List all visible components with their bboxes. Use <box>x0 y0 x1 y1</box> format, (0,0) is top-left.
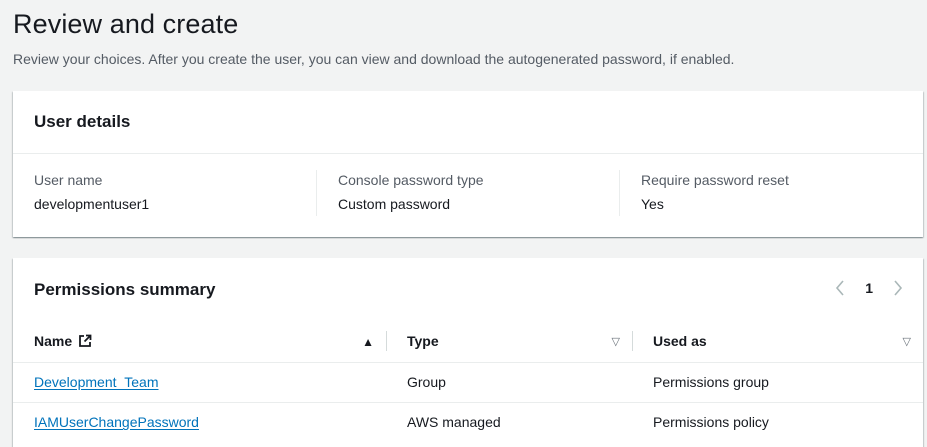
column-header-label: Type <box>407 333 439 350</box>
user-details-header: User details <box>13 91 923 154</box>
cell-type: Group <box>386 362 632 403</box>
next-page-icon[interactable] <box>891 278 905 298</box>
detail-value: developmentuser1 <box>34 196 150 212</box>
review-create-page: Review and create Review your choices. A… <box>0 0 927 447</box>
sort-unsorted-icon[interactable]: ▽ <box>903 335 911 348</box>
permissions-summary-header: Permissions summary 1 <box>13 258 923 321</box>
column-header-label: Name <box>34 333 73 350</box>
permissions-summary-card: Permissions summary 1 Name ▲ Type ▽ Used… <box>13 258 923 447</box>
sort-unsorted-icon[interactable]: ▽ <box>612 335 620 348</box>
cell-type: AWS managed <box>407 414 501 431</box>
detail-value: Yes <box>641 196 664 212</box>
permission-link[interactable]: Development_Team <box>34 374 159 390</box>
sort-ascending-icon[interactable]: ▲ <box>362 335 374 349</box>
external-link-icon[interactable] <box>78 334 92 348</box>
cell-used-as: Permissions group <box>632 362 923 403</box>
column-header-used-as[interactable]: Used as ▽ <box>632 321 923 363</box>
table-row: IAMUserChangePassword AWS managed Permis… <box>13 402 923 442</box>
permissions-summary-title: Permissions summary <box>34 279 216 299</box>
column-header-type[interactable]: Type ▽ <box>386 321 632 363</box>
cell-name: IAMUserChangePassword <box>13 402 386 442</box>
user-details-card: User details User name developmentuser1 … <box>13 91 923 237</box>
detail-console-password-type: Console password type Custom password <box>316 170 619 216</box>
page-description: Review your choices. After you create th… <box>13 51 735 67</box>
current-page-number[interactable]: 1 <box>865 280 873 296</box>
detail-label: User name <box>34 172 103 188</box>
page-title: Review and create <box>13 9 239 39</box>
column-header-label: Used as <box>653 333 707 350</box>
permission-link[interactable]: IAMUserChangePassword <box>34 414 199 430</box>
cell-name: Development_Team <box>13 362 386 403</box>
detail-require-password-reset: Require password reset Yes <box>619 170 922 216</box>
permissions-table: Name ▲ Type ▽ Used as ▽ Development_Team… <box>13 321 923 442</box>
detail-label: Console password type <box>338 172 484 188</box>
pagination: 1 <box>833 278 905 298</box>
user-details-fields: User name developmentuser1 Console passw… <box>13 154 923 216</box>
cell-used-as: Permissions policy <box>653 414 769 431</box>
user-details-title: User details <box>34 112 131 131</box>
table-row: Development_Team Group Permissions group <box>13 362 923 403</box>
column-header-name[interactable]: Name ▲ <box>13 321 386 363</box>
previous-page-icon[interactable] <box>833 278 847 298</box>
detail-value: Custom password <box>338 196 451 212</box>
detail-label: Require password reset <box>641 172 789 188</box>
detail-user-name: User name developmentuser1 <box>13 170 316 214</box>
table-header-row: Name ▲ Type ▽ Used as ▽ <box>13 321 923 363</box>
